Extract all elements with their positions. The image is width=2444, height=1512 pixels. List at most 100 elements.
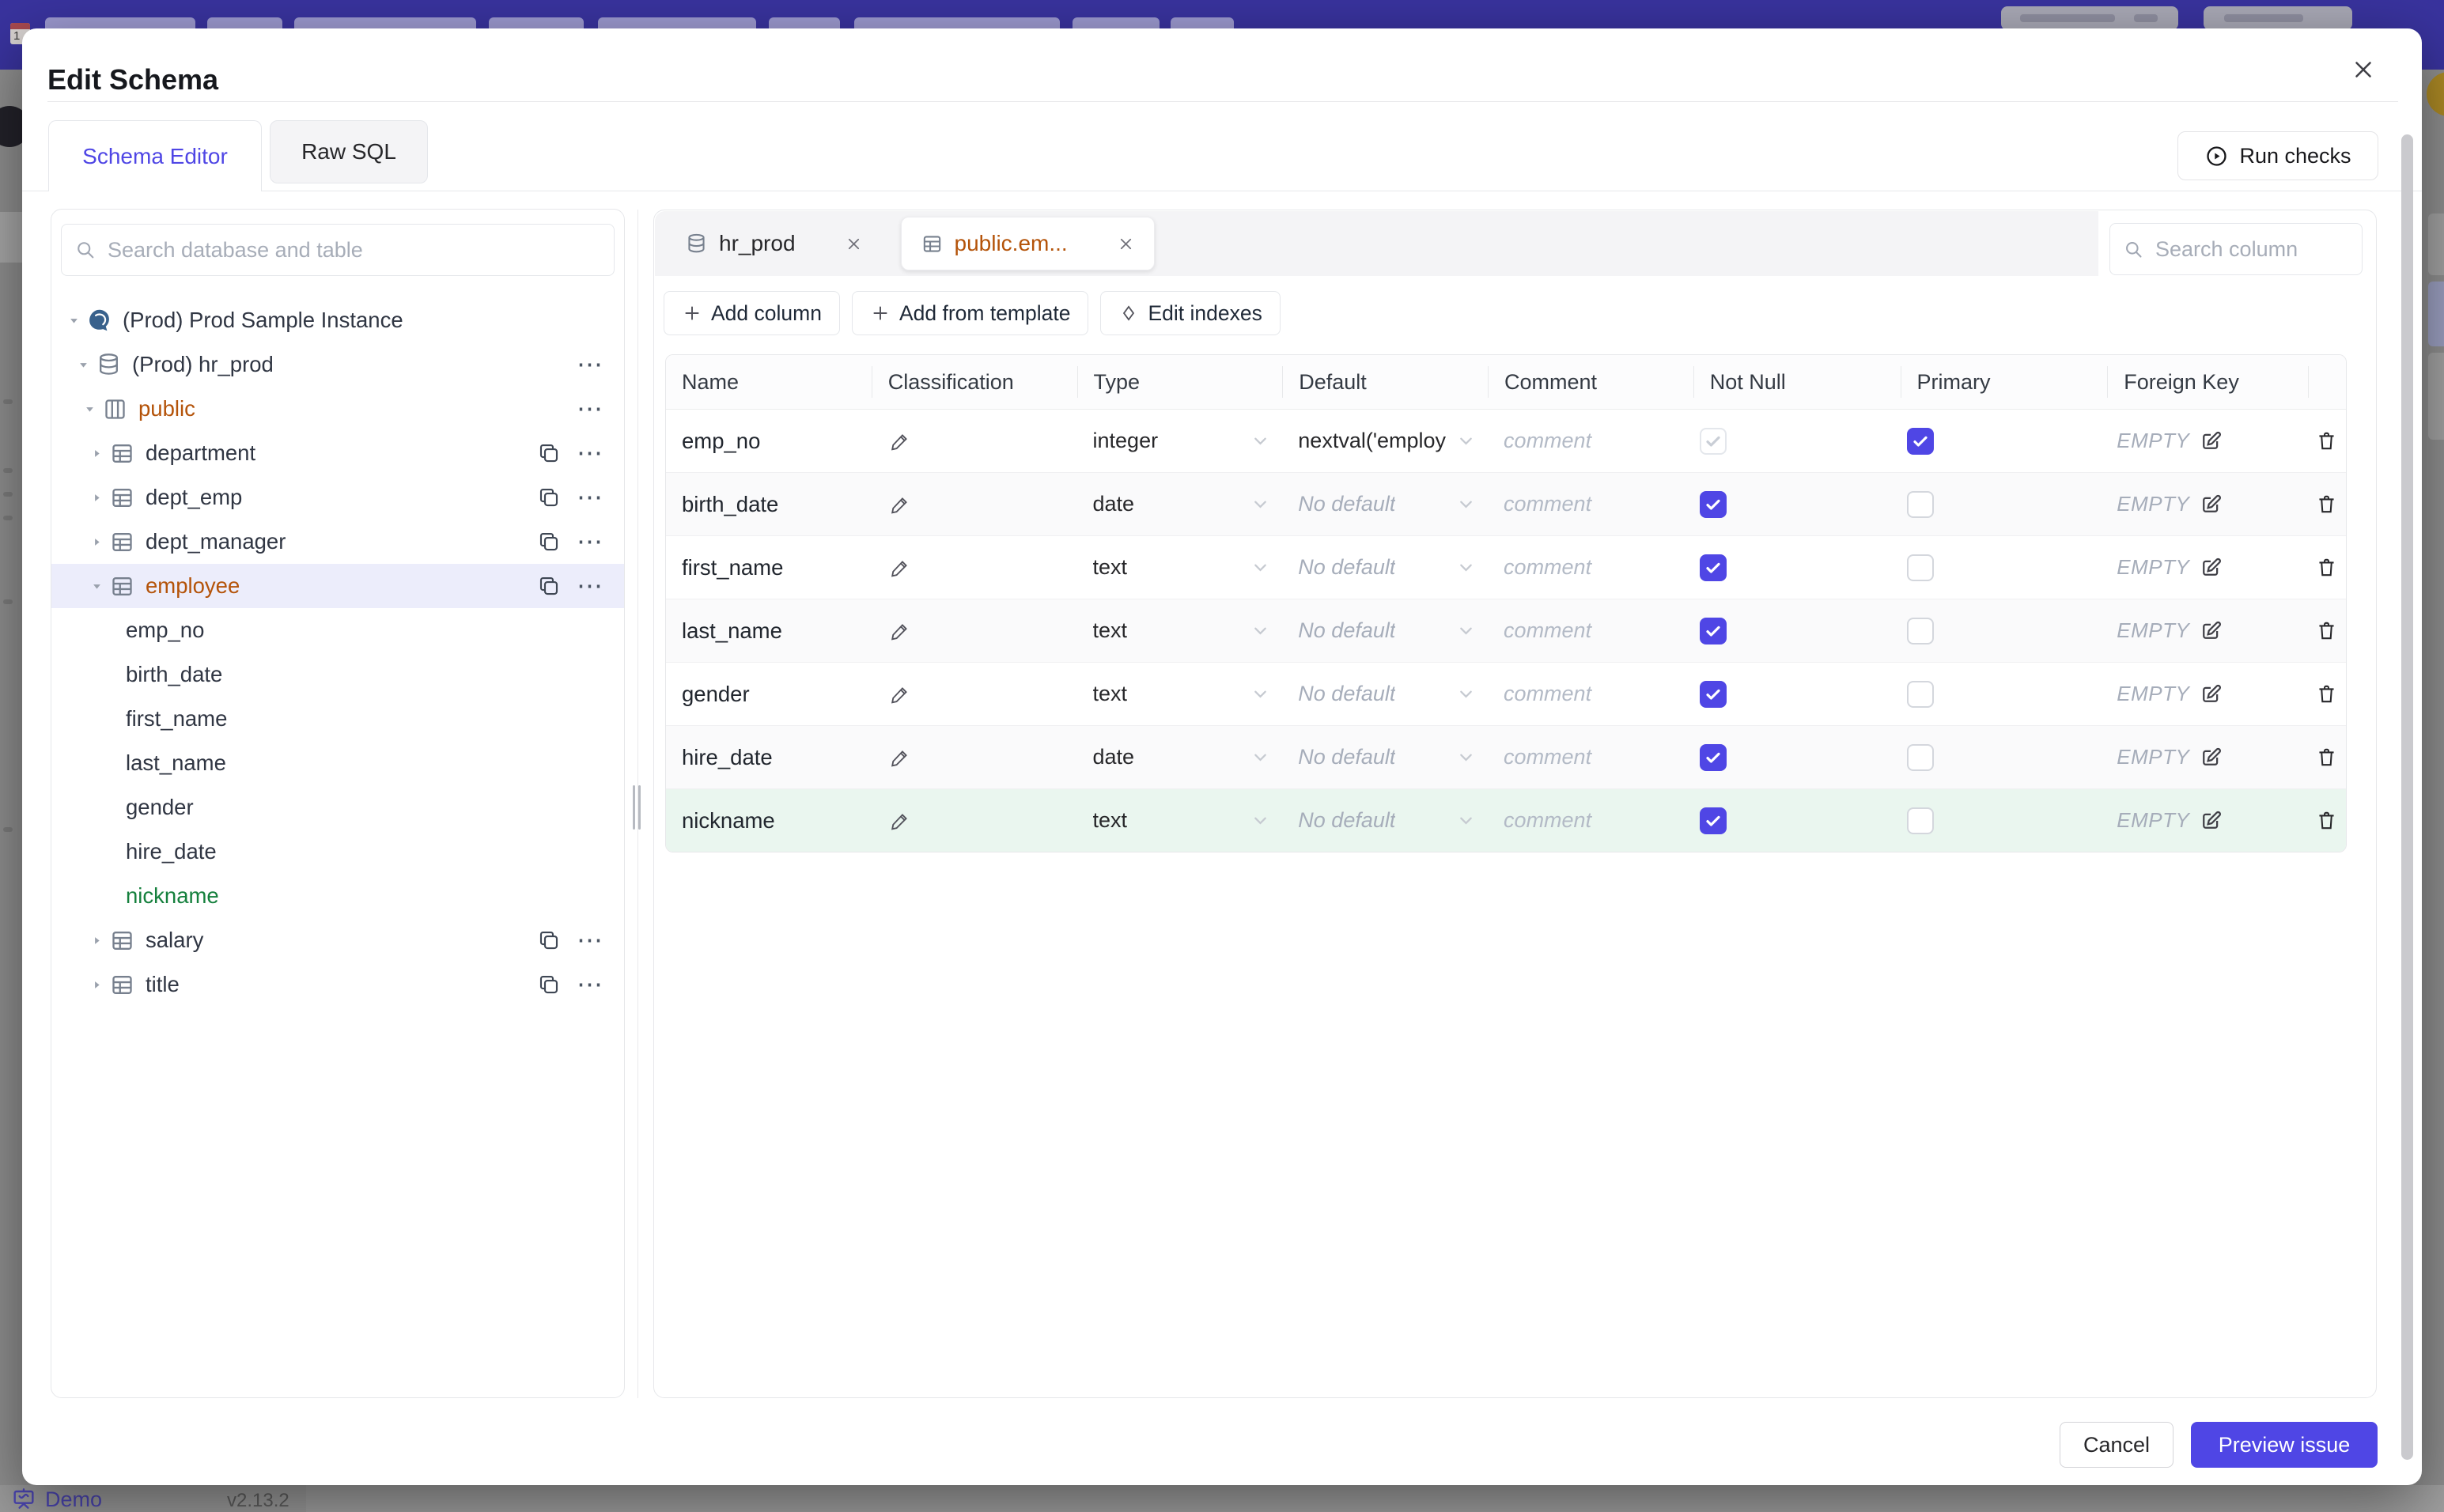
close-tab-icon[interactable] xyxy=(845,235,863,253)
tree-item[interactable]: department ⋯ xyxy=(51,431,624,475)
primary-checkbox[interactable] xyxy=(1906,490,1934,518)
more-icon[interactable]: ⋯ xyxy=(577,573,603,599)
not-null-checkbox[interactable] xyxy=(1699,807,1727,834)
tree-item[interactable]: emp_no ⋯ xyxy=(51,608,624,652)
caret-icon[interactable] xyxy=(61,313,86,328)
delete-column-button[interactable] xyxy=(2308,599,2346,662)
tree-item[interactable]: salary ⋯ xyxy=(51,918,624,962)
more-icon[interactable]: ⋯ xyxy=(577,528,603,554)
caret-icon[interactable] xyxy=(84,579,109,594)
copy-icon[interactable] xyxy=(537,973,561,996)
pencil-icon[interactable] xyxy=(889,810,911,832)
column-name-cell[interactable]: last_name xyxy=(666,599,872,662)
type-select[interactable]: text xyxy=(1077,536,1283,599)
classification-cell[interactable] xyxy=(872,410,1077,472)
more-icon[interactable]: ⋯ xyxy=(577,484,603,510)
column-name-cell[interactable]: first_name xyxy=(666,536,872,599)
edit-foreign-key-icon[interactable] xyxy=(2199,493,2223,516)
column-name-cell[interactable]: gender xyxy=(666,663,872,725)
delete-column-button[interactable] xyxy=(2308,536,2346,599)
not-null-checkbox[interactable] xyxy=(1699,743,1727,771)
caret-icon[interactable] xyxy=(70,357,96,372)
primary-checkbox[interactable] xyxy=(1906,680,1934,708)
pencil-icon[interactable] xyxy=(889,557,911,579)
tree-item[interactable]: dept_emp ⋯ xyxy=(51,475,624,520)
comment-input[interactable]: comment xyxy=(1488,726,1693,788)
column-search[interactable] xyxy=(2109,223,2363,275)
delete-column-button[interactable] xyxy=(2308,663,2346,725)
pencil-icon[interactable] xyxy=(889,493,911,516)
editor-tab-hr-prod[interactable]: hr_prod xyxy=(658,211,890,276)
not-null-checkbox[interactable] xyxy=(1699,427,1727,455)
tree-item[interactable]: birth_date ⋯ xyxy=(51,652,624,697)
edit-foreign-key-icon[interactable] xyxy=(2199,682,2223,706)
tab-raw-sql[interactable]: Raw SQL xyxy=(270,120,428,183)
tree-item[interactable]: last_name ⋯ xyxy=(51,741,624,785)
preview-issue-button[interactable]: Preview issue xyxy=(2191,1422,2378,1468)
tree-search-input[interactable] xyxy=(106,236,601,263)
not-null-checkbox[interactable] xyxy=(1699,617,1727,644)
run-checks-button[interactable]: Run checks xyxy=(2177,131,2378,180)
default-select[interactable]: No default xyxy=(1282,599,1488,662)
tree-item[interactable]: (Prod) hr_prod ⋯ xyxy=(51,342,624,387)
edit-foreign-key-icon[interactable] xyxy=(2199,619,2223,643)
primary-checkbox[interactable] xyxy=(1906,807,1934,834)
column-name-cell[interactable]: hire_date xyxy=(666,726,872,788)
comment-input[interactable]: comment xyxy=(1488,599,1693,662)
comment-input[interactable]: comment xyxy=(1488,663,1693,725)
classification-cell[interactable] xyxy=(872,599,1077,662)
tree-item[interactable]: public ⋯ xyxy=(51,387,624,431)
default-select[interactable]: nextval('employ xyxy=(1282,410,1488,472)
primary-checkbox[interactable] xyxy=(1906,554,1934,581)
edit-foreign-key-icon[interactable] xyxy=(2199,429,2223,453)
more-icon[interactable]: ⋯ xyxy=(577,351,603,377)
close-tab-icon[interactable] xyxy=(1117,235,1135,253)
tree-item[interactable]: hire_date ⋯ xyxy=(51,830,624,874)
more-icon[interactable]: ⋯ xyxy=(577,395,603,421)
default-select[interactable]: No default xyxy=(1282,663,1488,725)
tree-item[interactable]: nickname ⋯ xyxy=(51,874,624,918)
comment-input[interactable]: comment xyxy=(1488,473,1693,535)
tree-item[interactable]: gender ⋯ xyxy=(51,785,624,830)
classification-cell[interactable] xyxy=(872,726,1077,788)
delete-column-button[interactable] xyxy=(2308,726,2346,788)
tree-item[interactable]: employee ⋯ xyxy=(51,564,624,608)
classification-cell[interactable] xyxy=(872,473,1077,535)
column-name-cell[interactable]: nickname xyxy=(666,789,872,852)
type-select[interactable]: integer xyxy=(1077,410,1283,472)
pencil-icon[interactable] xyxy=(889,430,911,452)
type-select[interactable]: text xyxy=(1077,663,1283,725)
default-select[interactable]: No default xyxy=(1282,473,1488,535)
edit-foreign-key-icon[interactable] xyxy=(2199,556,2223,580)
classification-cell[interactable] xyxy=(872,663,1077,725)
column-name-cell[interactable]: emp_no xyxy=(666,410,872,472)
not-null-checkbox[interactable] xyxy=(1699,490,1727,518)
primary-checkbox[interactable] xyxy=(1906,617,1934,644)
default-select[interactable]: No default xyxy=(1282,536,1488,599)
pencil-icon[interactable] xyxy=(889,683,911,705)
classification-cell[interactable] xyxy=(872,789,1077,852)
copy-icon[interactable] xyxy=(537,574,561,598)
pencil-icon[interactable] xyxy=(889,620,911,642)
add-from-template-button[interactable]: Add from template xyxy=(851,291,1089,335)
primary-checkbox[interactable] xyxy=(1906,427,1934,455)
edit-foreign-key-icon[interactable] xyxy=(2199,746,2223,769)
pencil-icon[interactable] xyxy=(889,747,911,769)
more-icon[interactable]: ⋯ xyxy=(577,971,603,997)
primary-checkbox[interactable] xyxy=(1906,743,1934,771)
edit-indexes-button[interactable]: Edit indexes xyxy=(1100,291,1281,335)
caret-icon[interactable] xyxy=(84,933,109,948)
default-select[interactable]: No default xyxy=(1282,789,1488,852)
add-column-button[interactable]: Add column xyxy=(664,291,840,335)
type-select[interactable]: date xyxy=(1077,726,1283,788)
type-select[interactable]: date xyxy=(1077,473,1283,535)
cancel-button[interactable]: Cancel xyxy=(2060,1422,2173,1468)
copy-icon[interactable] xyxy=(537,486,561,509)
copy-icon[interactable] xyxy=(537,530,561,554)
copy-icon[interactable] xyxy=(537,928,561,952)
default-select[interactable]: No default xyxy=(1282,726,1488,788)
type-select[interactable]: text xyxy=(1077,599,1283,662)
not-null-checkbox[interactable] xyxy=(1699,680,1727,708)
caret-icon[interactable] xyxy=(84,535,109,550)
panel-resize-handle[interactable] xyxy=(631,781,642,833)
